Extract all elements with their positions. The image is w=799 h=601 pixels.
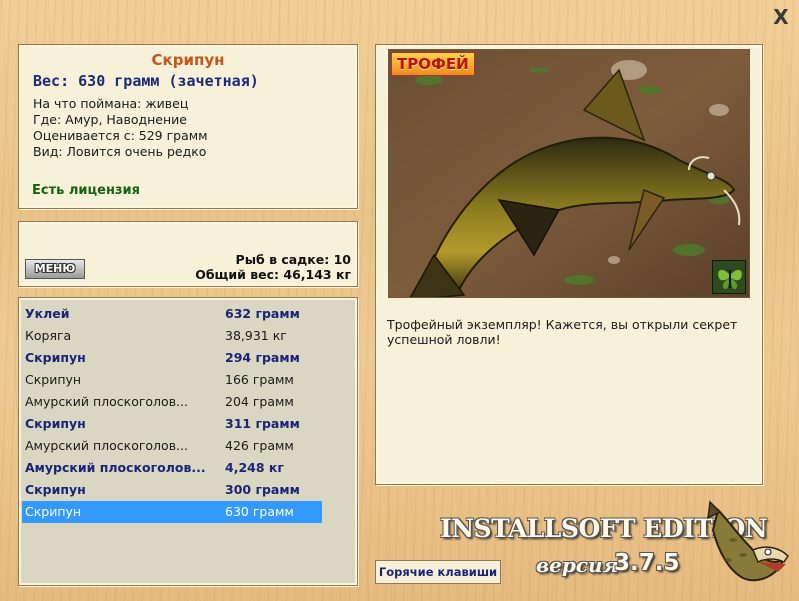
- version-label: версия: [536, 553, 619, 577]
- location-info: Где: Амур, Наводнение: [33, 112, 187, 127]
- bait-info: На что поймана: живец: [33, 96, 189, 111]
- catch-list-row[interactable]: Амурский плоскоголов... 4,248 кг: [22, 457, 322, 479]
- catch-fish-weight: 204 грамм: [225, 394, 294, 409]
- catch-fish-name: Коряга: [25, 328, 72, 343]
- fish-name: Скрипун: [151, 51, 225, 69]
- trophy-description: Трофейный экземпляр! Кажется, вы открыли…: [387, 317, 738, 347]
- catch-fish-name: Амурский плоскоголов...: [25, 394, 188, 409]
- catch-list-panel: Уклей 632 грамм Коряга 38,931 кг Скрипун 294 …: [18, 297, 358, 586]
- catch-fish-weight: 311 грамм: [225, 416, 300, 431]
- rarity-info: Вид: Ловится очень редко: [33, 144, 207, 159]
- catch-fish-weight: 300 грамм: [225, 482, 300, 497]
- catch-fish-weight: 630 грамм: [225, 504, 294, 519]
- catch-list-row[interactable]: Скрипун 166 грамм: [22, 369, 322, 391]
- catch-fish-name: Уклей: [25, 306, 70, 321]
- catch-fish-weight: 38,931 кг: [225, 328, 287, 343]
- menu-button[interactable]: МЕНЮ: [25, 259, 85, 279]
- catch-list-row[interactable]: Уклей 632 грамм: [22, 303, 322, 325]
- fish-count: Рыб в садке: 10: [235, 252, 351, 267]
- catch-list-row[interactable]: Скрипун 300 грамм: [22, 479, 322, 501]
- catch-fish-name: Скрипун: [25, 504, 82, 519]
- hotkeys-button[interactable]: Горячие клавиши: [375, 560, 501, 584]
- pike-logo: [698, 500, 792, 590]
- butterfly-icon[interactable]: [712, 260, 746, 294]
- rated-from-info: Оценивается с: 529 грамм: [33, 128, 208, 143]
- catch-list-row[interactable]: Коряга 38,931 кг: [22, 325, 322, 347]
- catch-fish-name: Скрипун: [25, 372, 82, 387]
- catch-fish-weight: 166 грамм: [225, 372, 294, 387]
- catch-list[interactable]: Уклей 632 грамм Коряга 38,931 кг Скрипун 294 …: [22, 303, 322, 523]
- catch-fish-weight: 294 грамм: [225, 350, 300, 365]
- fish-info-panel: Скрипун Вес: 630 грамм (зачетная) На что…: [18, 44, 358, 209]
- catch-list-row[interactable]: Скрипун 630 грамм: [22, 501, 322, 523]
- total-weight: Общий вес: 46,143 кг: [195, 267, 351, 282]
- fish-photo: ТРОФЕЙ: [388, 49, 750, 298]
- version-number: 3.7.5: [614, 550, 680, 576]
- catch-fish-weight: 632 грамм: [225, 306, 300, 321]
- catch-list-row[interactable]: Скрипун 311 грамм: [22, 413, 322, 435]
- catfish-image: [389, 50, 749, 297]
- catch-fish-weight: 426 грамм: [225, 438, 294, 453]
- fish-weight: Вес: 630 грамм (зачетная): [33, 72, 259, 90]
- catch-fish-name: Амурский плоскоголов...: [25, 460, 206, 475]
- trophy-photo-panel: ТРОФЕЙ Трофейный экземпляр! Кажется, вы …: [375, 44, 763, 485]
- catch-fish-name: Скрипун: [25, 482, 86, 497]
- close-button[interactable]: X: [770, 6, 792, 28]
- catch-list-row[interactable]: Скрипун 294 грамм: [22, 347, 322, 369]
- license-status: Есть лицензия: [32, 183, 140, 198]
- catch-fish-weight: 4,248 кг: [225, 460, 284, 475]
- catch-fish-name: Амурский плоскоголов...: [25, 438, 188, 453]
- catch-fish-name: Скрипун: [25, 350, 86, 365]
- trophy-badge: ТРОФЕЙ: [391, 52, 475, 76]
- catch-fish-name: Скрипун: [25, 416, 86, 431]
- keepnet-summary-panel: МЕНЮ Рыб в садке: 10 Общий вес: 46,143 к…: [18, 221, 358, 287]
- catch-list-row[interactable]: Амурский плоскоголов... 204 грамм: [22, 391, 322, 413]
- catch-list-row[interactable]: Амурский плоскоголов... 426 грамм: [22, 435, 322, 457]
